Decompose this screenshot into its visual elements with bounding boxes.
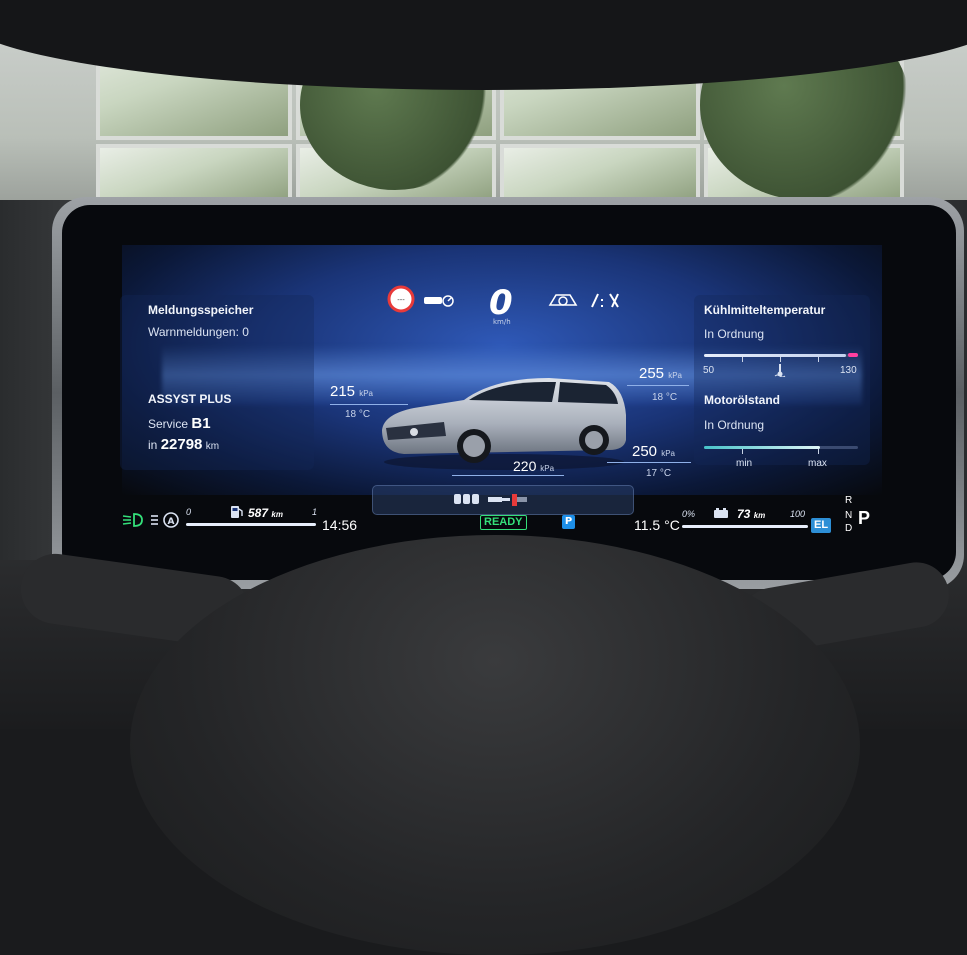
warnings-count: Warnmeldungen: 0 <box>148 325 249 339</box>
tire-divider <box>627 385 689 386</box>
oil-status: In Ordnung <box>704 418 765 432</box>
electric-range-value: 73 <box>737 507 751 521</box>
tire-rear-left: 220 kPa <box>513 458 554 474</box>
tire-unit: kPa <box>540 464 555 473</box>
right-info-panel <box>694 295 870 465</box>
coolant-min-label: 50 <box>703 365 715 376</box>
oil-title: Motorölstand <box>704 393 780 407</box>
auto-headlight-icon: A <box>151 512 179 528</box>
battery-gauge-max: 100 <box>790 509 806 519</box>
gear-p: P <box>858 508 871 528</box>
coolant-status: In Ordnung <box>704 327 765 341</box>
ready-indicator: READY <box>480 515 527 530</box>
window-pane <box>96 144 292 204</box>
tire-divider <box>607 462 691 463</box>
tire-front-left: 215 kPa <box>330 383 373 400</box>
battery-icon <box>714 508 728 518</box>
fuel-range: 587 km <box>248 506 283 520</box>
steering-wheel-hub <box>130 535 860 955</box>
tire-unit: kPa <box>359 389 373 398</box>
battery-gauge-min: 0% <box>682 509 696 519</box>
gear-n: N <box>845 510 853 521</box>
tire-divider <box>330 404 408 405</box>
distance-assist-icon <box>424 295 454 307</box>
parking-indicator: P <box>562 515 575 529</box>
service-distance: in 22798 km <box>148 436 219 453</box>
tire-rear-right: 250 kPa <box>632 443 675 460</box>
low-beam-icon <box>122 513 143 527</box>
fuel-range-value: 587 <box>248 506 269 520</box>
speed-limit-icon: --- <box>387 285 415 313</box>
service-code: B1 <box>191 415 211 432</box>
gear-r: R <box>845 495 853 506</box>
tire-rear-right-pressure: 250 <box>632 443 658 460</box>
oil-gauge-fill <box>704 446 820 449</box>
battery-gauge-bar <box>682 525 808 528</box>
fuel-pump-icon <box>231 506 243 518</box>
instrument-cluster: Meldungsspeicher Warnmeldungen: 0 ASSYST… <box>62 205 956 580</box>
fuel-gauge-bar <box>186 523 316 526</box>
svg-text:A: A <box>168 517 175 527</box>
fuel-gauge-max: 1 <box>312 507 318 517</box>
drive-mode-badge: EL <box>811 518 832 533</box>
steering-assist-icon <box>548 294 578 306</box>
gauge-tick <box>780 357 781 362</box>
coolant-gauge-fill <box>704 354 846 357</box>
electric-range-unit: km <box>753 511 766 520</box>
gauge-tick <box>818 449 819 454</box>
distance-unit: km <box>205 441 220 452</box>
oil-min-label: min <box>736 458 753 469</box>
tire-rear-right-temp: 17 °C <box>646 468 672 479</box>
lane-assist-icon <box>591 293 619 308</box>
service-label: Service <box>148 417 189 431</box>
fuel-gauge-min: 0 <box>186 507 192 517</box>
svg-text:---: --- <box>397 296 405 304</box>
tire-unit: kPa <box>661 449 675 458</box>
service-line: Service B1 <box>148 415 211 432</box>
car-illustration <box>382 378 626 470</box>
gear-d: D <box>845 523 853 534</box>
speed-unit: km/h <box>493 318 511 326</box>
outside-temperature: 11.5 °C <box>634 517 680 533</box>
tire-front-right-pressure: 255 <box>639 365 665 382</box>
clock: 14:56 <box>322 517 358 533</box>
distance-value: 22798 <box>160 436 203 453</box>
coolant-temp-icon <box>774 364 786 377</box>
tire-rear-left-pressure: 220 <box>513 458 537 474</box>
speed-value: 0 <box>489 283 513 323</box>
tire-front-right-temp: 18 °C <box>652 392 678 403</box>
window-pane <box>500 144 700 204</box>
tire-front-right: 255 kPa <box>639 365 682 382</box>
tire-unit: kPa <box>668 371 682 380</box>
service-title: ASSYST PLUS <box>148 392 232 406</box>
electric-range: 73 km <box>737 507 765 521</box>
tire-divider <box>452 475 564 476</box>
oil-max-label: max <box>808 458 827 469</box>
tire-front-left-pressure: 215 <box>330 383 356 400</box>
message-memory-title: Meldungsspeicher <box>148 303 254 317</box>
coolant-max-label: 130 <box>840 365 857 376</box>
fuel-range-unit: km <box>271 510 283 519</box>
gauge-tick <box>742 357 743 362</box>
tire-front-left-temp: 18 °C <box>345 409 371 420</box>
seatbelt-icon <box>454 494 527 506</box>
coolant-max-marker <box>848 353 858 357</box>
coolant-title: Kühlmitteltemperatur <box>704 303 826 317</box>
gauge-tick <box>818 357 819 362</box>
gauge-tick <box>742 449 743 454</box>
distance-prefix: in <box>148 438 158 452</box>
